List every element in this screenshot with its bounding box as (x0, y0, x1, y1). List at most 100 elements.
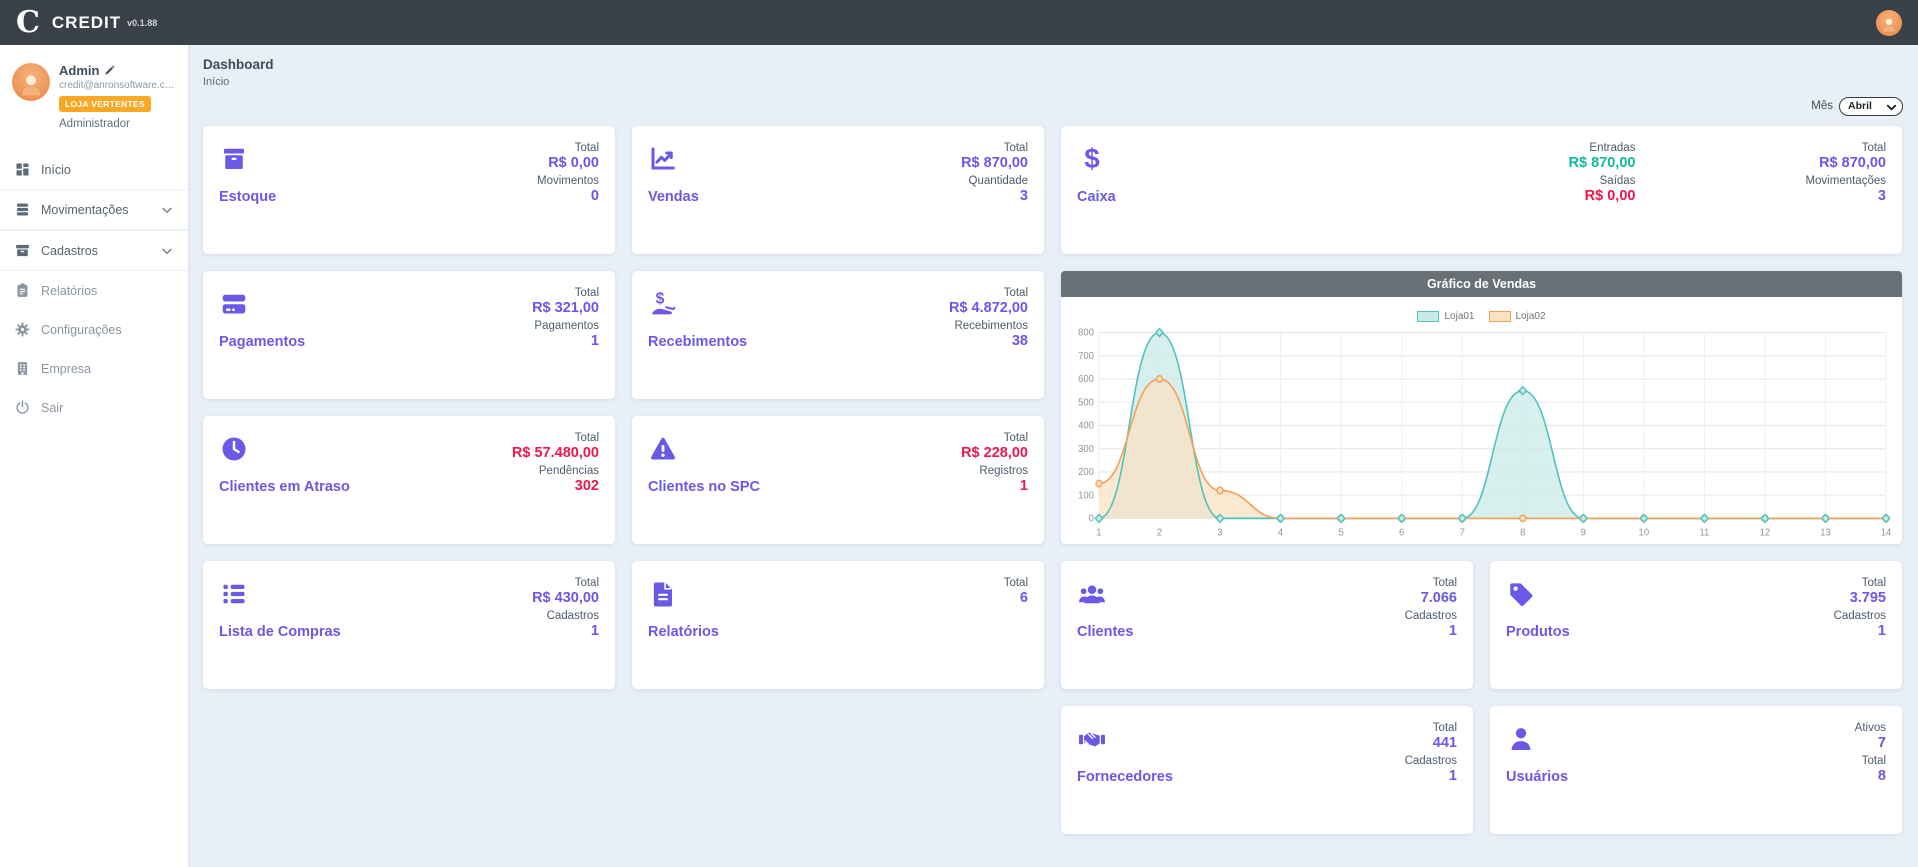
card-relatorios[interactable]: Relatórios Total6 (632, 561, 1044, 689)
stat-column: TotalR$ 57.480,00Pendências302 (512, 430, 599, 530)
chart-legend: Loja01 Loja02 (1061, 311, 1902, 322)
month-select[interactable]: Abril (1839, 97, 1903, 116)
card-compras[interactable]: Lista de Compras TotalR$ 430,00Cadastros… (203, 561, 615, 689)
stat-label: Cadastros (1405, 610, 1457, 622)
clock-icon (219, 434, 249, 464)
legend-swatch (1417, 311, 1439, 322)
stat-value: R$ 870,00 (961, 155, 1028, 171)
grid-icon (14, 161, 31, 178)
card-caixa[interactable]: $ Caixa EntradasR$ 870,00SaídasR$ 0,00To… (1061, 126, 1902, 254)
sidebar-item-label: Cadastros (41, 244, 98, 258)
warning-icon (648, 434, 678, 464)
stat-label: Total (961, 142, 1028, 154)
chevron-down-icon (160, 244, 174, 258)
top-navbar: C CREDIT v0.1.88 (0, 0, 1918, 45)
svg-text:600: 600 (1078, 374, 1094, 385)
stat-value: R$ 870,00 (1805, 155, 1886, 171)
stat-value: R$ 870,00 (1569, 155, 1636, 171)
gear-icon (14, 321, 31, 338)
app-logo[interactable]: C (16, 8, 40, 38)
stat-label: Total (1405, 577, 1457, 589)
person-icon (1880, 16, 1898, 34)
card-title: Clientes (1077, 624, 1133, 640)
sidebar-item-empresa[interactable]: Empresa (0, 349, 188, 388)
brand-version: v0.1.88 (127, 18, 157, 28)
edit-pencil-icon[interactable] (104, 65, 115, 76)
stat-value: 3.795 (1834, 590, 1886, 606)
clipboard-icon (14, 282, 31, 299)
stat-label: Total (512, 432, 599, 444)
stat-label: Total (537, 142, 599, 154)
card-vendas[interactable]: Vendas TotalR$ 870,00Quantidade3 (632, 126, 1044, 254)
stat-label: Saídas (1569, 175, 1636, 187)
card-recebimentos[interactable]: $ Recebimentos TotalR$ 4.872,00Recebimen… (632, 271, 1044, 399)
stat-column: Total7.066Cadastros1 (1405, 575, 1457, 675)
stat-value: 3 (1805, 188, 1886, 204)
file-icon (648, 579, 678, 609)
stat-label: Cadastros (1405, 755, 1457, 767)
sidebar-item-label: Sair (41, 401, 63, 415)
card-fornecedores[interactable]: Fornecedores Total441Cadastros1 (1061, 706, 1473, 834)
svg-text:0: 0 (1089, 513, 1095, 524)
stat-column: TotalR$ 430,00Cadastros1 (532, 575, 599, 675)
stat-value: R$ 0,00 (537, 155, 599, 171)
sidebar-item-cadastros[interactable]: Cadastros (0, 230, 188, 271)
svg-text:2: 2 (1157, 527, 1162, 538)
stat-label: Pagamentos (532, 320, 599, 332)
sales-chart: 0100200300400500600700800123456789101112… (1061, 324, 1902, 544)
profile-avatar[interactable] (12, 63, 50, 101)
card-clientes[interactable]: Clientes Total7.066Cadastros1 (1061, 561, 1473, 689)
legend-item-loja02[interactable]: Loja02 (1489, 311, 1546, 322)
sidebar-item-relatorios[interactable]: Relatórios (0, 271, 188, 310)
stat-value: 3 (961, 188, 1028, 204)
sidebar-menu: Início Movimentações Cadastros Relatório… (0, 150, 188, 427)
svg-text:8: 8 (1520, 527, 1526, 538)
stat-value: R$ 0,00 (1569, 188, 1636, 204)
card-title: Usuários (1506, 769, 1568, 785)
svg-text:200: 200 (1078, 467, 1094, 478)
credit-card-icon (219, 289, 249, 319)
handshake-icon (1077, 724, 1107, 754)
legend-item-loja01[interactable]: Loja01 (1417, 311, 1474, 322)
stat-value: 1 (1834, 623, 1886, 639)
stat-label: Recebimentos (949, 320, 1028, 332)
card-atraso[interactable]: Clientes em Atraso TotalR$ 57.480,00Pend… (203, 416, 615, 544)
stat-value: 8 (1855, 768, 1886, 784)
stat-column: Total441Cadastros1 (1405, 720, 1457, 820)
card-usuarios[interactable]: Usuários Ativos7Total8 (1490, 706, 1902, 834)
month-filter-label: Mês (1811, 100, 1833, 112)
store-badge: LOJA VERTENTES (59, 96, 151, 112)
stat-value: R$ 430,00 (532, 590, 599, 606)
sidebar-item-movimentacoes[interactable]: Movimentações (0, 189, 188, 230)
stat-label: Cadastros (532, 610, 599, 622)
stat-value: 7.066 (1405, 590, 1457, 606)
stat-value: 441 (1405, 735, 1457, 751)
sidebar-item-sair[interactable]: Sair (0, 388, 188, 427)
svg-text:100: 100 (1078, 490, 1094, 501)
stat-value: 6 (1004, 590, 1028, 606)
sidebar-item-configuracoes[interactable]: Configurações (0, 310, 188, 349)
card-spc[interactable]: Clientes no SPC TotalR$ 228,00Registros1 (632, 416, 1044, 544)
card-title: Estoque (219, 189, 276, 205)
card-produtos[interactable]: Produtos Total3.795Cadastros1 (1490, 561, 1902, 689)
stat-label: Total (532, 287, 599, 299)
svg-text:14: 14 (1881, 527, 1892, 538)
page-title: Dashboard (203, 57, 1903, 72)
stat-label: Total (1855, 755, 1886, 767)
card-pagamentos[interactable]: Pagamentos TotalR$ 321,00Pagamentos1 (203, 271, 615, 399)
profile-email: credit@anronsoftware.co... (59, 80, 176, 91)
sidebar-item-label: Movimentações (41, 203, 129, 217)
svg-text:500: 500 (1078, 397, 1094, 408)
hand-dollar-icon: $ (648, 289, 678, 319)
building-icon (14, 360, 31, 377)
stat-value: 7 (1855, 735, 1886, 751)
svg-text:13: 13 (1820, 527, 1831, 538)
power-icon (14, 399, 31, 416)
tag-icon (1506, 579, 1536, 609)
profile-role: Administrador (59, 118, 176, 130)
chart-title: Gráfico de Vendas (1061, 271, 1902, 297)
sidebar-item-inicio[interactable]: Início (0, 150, 188, 189)
stat-column: TotalR$ 4.872,00Recebimentos38 (949, 285, 1028, 385)
card-estoque[interactable]: Estoque TotalR$ 0,00Movimentos0 (203, 126, 615, 254)
user-avatar[interactable] (1876, 10, 1902, 36)
